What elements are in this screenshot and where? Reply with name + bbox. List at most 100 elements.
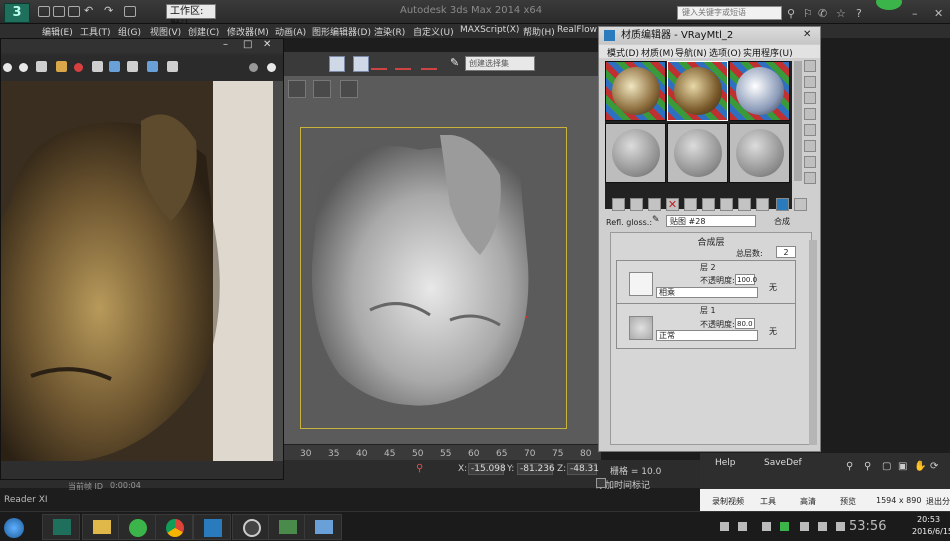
menu-maxscript[interactable]: MAXScript(X): [460, 25, 519, 35]
taskbar-chrome-icon[interactable]: [155, 514, 193, 540]
menu-tools[interactable]: 工具(T): [80, 25, 111, 38]
copy-icon[interactable]: [167, 61, 178, 72]
minimize-icon[interactable]: –: [223, 39, 228, 50]
assign-material-icon[interactable]: [648, 198, 661, 211]
redo-icon[interactable]: ↷: [104, 4, 116, 17]
go-to-parent-icon[interactable]: [776, 198, 789, 211]
menu-graph-editors[interactable]: 图形编辑器(D): [312, 25, 371, 38]
layer-2-opacity-field[interactable]: 100.0: [735, 274, 757, 285]
layer-manager-icon[interactable]: [288, 80, 306, 98]
exit-button[interactable]: 退出分: [926, 496, 950, 507]
minimize-icon[interactable]: –: [912, 8, 923, 19]
menu-mode[interactable]: 模式(D): [607, 46, 639, 59]
material-id-icon[interactable]: [720, 198, 733, 211]
savedef-button[interactable]: SaveDef: [764, 458, 802, 468]
help-icon[interactable]: ?: [856, 8, 867, 19]
menu-options[interactable]: 选项(O): [709, 46, 741, 59]
preview-button[interactable]: 预览: [840, 496, 856, 507]
subscription-icon[interactable]: ⚐: [803, 8, 814, 19]
reset-map-icon[interactable]: ✕: [666, 198, 679, 211]
save-image-icon[interactable]: [36, 61, 47, 72]
snap-toggle-icon[interactable]: [371, 58, 387, 70]
go-forward-icon[interactable]: [794, 198, 807, 211]
layer-2-mask-button[interactable]: 无: [769, 282, 777, 293]
uv-tiling-icon[interactable]: [804, 108, 816, 120]
taskbar-box-app-icon[interactable]: [193, 514, 231, 540]
taskbar-monitor-icon[interactable]: [268, 514, 306, 540]
background-icon[interactable]: [804, 92, 816, 104]
close-icon[interactable]: ✕: [263, 39, 271, 50]
sample-slots-scrollbar[interactable]: [794, 61, 802, 181]
make-preview-icon[interactable]: [804, 140, 816, 152]
pick-material-icon[interactable]: ✎: [652, 215, 660, 225]
sample-slot[interactable]: [605, 61, 666, 121]
x-coord-field[interactable]: -15.098: [468, 463, 506, 475]
tray-keyboard-icon[interactable]: [720, 522, 729, 531]
menu-rendering[interactable]: 渲染(R): [374, 25, 405, 38]
pan-icon[interactable]: ✋: [914, 461, 926, 472]
binoculars-icon[interactable]: ⚲: [787, 8, 798, 19]
tray-flag-icon[interactable]: [818, 522, 827, 531]
put-to-scene-icon[interactable]: [630, 198, 643, 211]
ribbon-toggle-icon[interactable]: [313, 80, 331, 98]
map-name-select[interactable]: 贴图 #28: [666, 215, 756, 227]
show-end-result-icon[interactable]: [756, 198, 769, 211]
help-button[interactable]: Help: [715, 458, 736, 468]
channels-icon[interactable]: [147, 61, 158, 72]
select-by-material-icon[interactable]: [804, 172, 816, 184]
total-layers-field[interactable]: 2: [776, 246, 796, 258]
field-of-view-icon[interactable]: ▣: [898, 461, 907, 472]
clock-date[interactable]: 2016/6/15: [912, 527, 950, 536]
layer-1-opacity-field[interactable]: 80.0: [735, 318, 755, 329]
maximize-icon[interactable]: □: [243, 39, 252, 50]
image-scrollbar[interactable]: [273, 81, 283, 461]
get-material-icon[interactable]: [612, 198, 625, 211]
menu-material[interactable]: 材质(M): [641, 46, 674, 59]
menu-create[interactable]: 创建(C): [188, 25, 219, 38]
workspace-select[interactable]: 工作区: 默认: [166, 4, 216, 31]
percent-snap-icon[interactable]: [421, 58, 437, 70]
selection-set-select[interactable]: 创建选择集: [465, 56, 535, 71]
zoom-extents-icon[interactable]: ▢: [882, 461, 891, 472]
select-move-icon[interactable]: [329, 56, 345, 72]
undo-icon[interactable]: ↶: [84, 4, 96, 17]
close-icon[interactable]: ✕: [934, 8, 945, 19]
tools-button[interactable]: 工具: [760, 496, 776, 507]
app-logo-icon[interactable]: 3: [4, 3, 30, 23]
open-image-icon[interactable]: [56, 61, 67, 72]
color-picker-icon[interactable]: [249, 63, 258, 72]
display-icon[interactable]: [267, 63, 276, 72]
lock-selection-icon[interactable]: ⚲: [416, 463, 423, 474]
layer-2-blend-select[interactable]: 相乘: [656, 287, 758, 298]
show-map-icon[interactable]: [738, 198, 751, 211]
tray-shield-icon[interactable]: [780, 522, 789, 531]
make-unique-icon[interactable]: [684, 198, 697, 211]
z-coord-field[interactable]: -48.31: [567, 463, 599, 475]
layer-1-thumbnail[interactable]: [629, 316, 653, 340]
menu-views[interactable]: 视图(V): [150, 25, 181, 38]
zoom-all-icon[interactable]: ⚲: [864, 461, 871, 472]
sculpture-model[interactable]: [300, 135, 545, 415]
taskbar-explorer-icon[interactable]: [82, 514, 120, 540]
record-video-button[interactable]: 录制视频: [712, 496, 744, 507]
tray-network-icon[interactable]: [738, 522, 747, 531]
y-coord-field[interactable]: -81.236: [517, 463, 555, 475]
sample-slot[interactable]: [729, 123, 790, 183]
taskbar-obs-icon[interactable]: [232, 514, 270, 540]
enable-green-icon[interactable]: [19, 63, 28, 72]
clone-icon[interactable]: [92, 61, 103, 72]
taskbar-3dsmax-icon[interactable]: [42, 514, 80, 540]
start-button-icon[interactable]: [4, 518, 24, 538]
sample-slot-active[interactable]: [667, 61, 728, 121]
quality-button[interactable]: 高清: [800, 496, 816, 507]
notification-badge[interactable]: [876, 0, 902, 10]
time-tag-icon[interactable]: [596, 478, 606, 488]
save-icon[interactable]: [68, 6, 80, 17]
menu-realflow[interactable]: RealFlow: [557, 25, 597, 35]
star-icon[interactable]: ☆: [836, 8, 847, 19]
menu-customize[interactable]: 自定义(U): [413, 25, 454, 38]
menu-edit[interactable]: 编辑(E): [42, 25, 73, 38]
record-icon[interactable]: [74, 63, 83, 72]
new-file-icon[interactable]: [38, 6, 50, 17]
open-file-icon[interactable]: [53, 6, 65, 17]
